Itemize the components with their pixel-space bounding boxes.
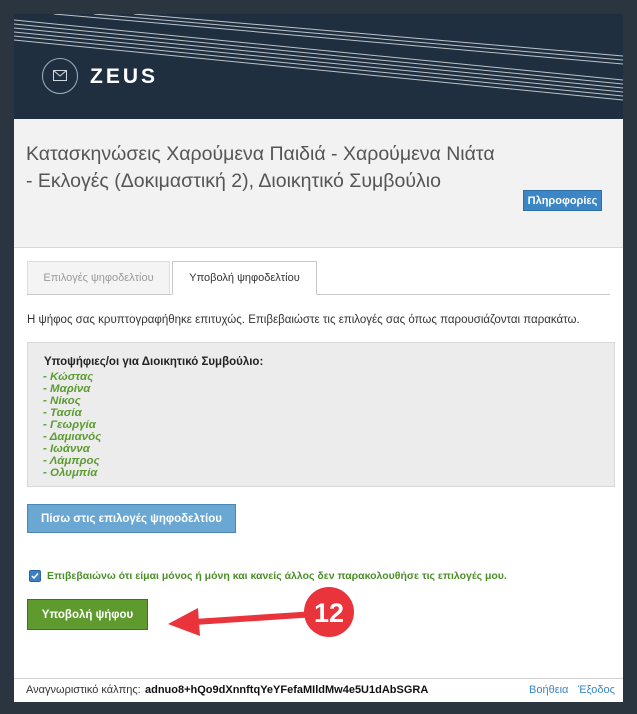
page-frame: ZEUS Κατασκηνώσεις Χαρούμενα Παιδιά - Χα… xyxy=(14,14,623,702)
choice-item: - Δαμιανός xyxy=(43,431,102,443)
choice-item: - Κώστας xyxy=(43,371,94,383)
voter-id-value: adnuo8+hQo9dXnnftqYeYFefaMIldMw4e5U1dAbS… xyxy=(145,684,429,696)
choice-item: - Ολυμπία xyxy=(43,467,98,479)
ballot-tabs: Επιλογές ψηφοδελτίου Υποβολή ψηφοδελτίου xyxy=(27,261,610,295)
choice-item: - Γεωργία xyxy=(43,419,96,431)
exit-link[interactable]: Έξοδος xyxy=(578,684,615,696)
header-banner: ZEUS xyxy=(14,14,623,119)
annotation-arrow-head xyxy=(168,608,200,636)
logo-emblem xyxy=(42,58,78,94)
footer: Αναγνωριστικό κάλπης: adnuo8+hQo9dXnnftq… xyxy=(14,678,623,702)
encryption-success-message: Η ψήφος σας κρυπτογραφήθηκε επιτυχώς. Επ… xyxy=(27,314,580,326)
choice-item: - Τασία xyxy=(43,407,82,419)
choices-summary: Υποψήφιες/οι για Διοικητικό Συμβούλιο: -… xyxy=(27,342,615,487)
tab-ballot-choices[interactable]: Επιλογές ψηφοδελτίου xyxy=(27,261,170,294)
back-to-choices-button[interactable]: Πίσω στις επιλογές ψηφοδελτίου xyxy=(27,504,236,533)
question-title: Υποψήφιες/οι για Διοικητικό Συμβούλιο: xyxy=(44,356,264,368)
voter-id-label: Αναγνωριστικό κάλπης: xyxy=(26,684,141,696)
step-annotation: 12 xyxy=(168,587,354,637)
confirm-label[interactable]: Επιβεβαιώνω ότι είμαι μόνος ή μόνη και κ… xyxy=(47,570,507,582)
choices-list: - Κώστας - Μαρίνα - Νίκος - Τασία - Γεωρ… xyxy=(43,371,101,479)
submit-vote-button[interactable]: Υποβολή ψήφου xyxy=(27,599,148,630)
choice-item: - Νίκος xyxy=(43,395,81,407)
choice-item: - Ιωάννα xyxy=(43,443,90,455)
confirm-checkbox[interactable] xyxy=(29,570,41,582)
annotation-step-number: 12 xyxy=(314,598,344,628)
info-button[interactable]: Πληροφορίες xyxy=(523,190,602,211)
election-title: Κατασκηνώσεις Χαρούμενα Παιδιά - Χαρούμε… xyxy=(26,143,495,192)
help-link[interactable]: Βοήθεια xyxy=(529,684,568,696)
check-icon xyxy=(31,573,39,580)
annotation-arrow-shaft xyxy=(191,611,319,625)
confirm-row: Επιβεβαιώνω ότι είμαι μόνος ή μόνη και κ… xyxy=(29,570,507,582)
envelope-icon xyxy=(53,70,67,81)
choice-item: - Μαρίνα xyxy=(43,383,91,395)
election-header: Κατασκηνώσεις Χαρούμενα Παιδιά - Χαρούμε… xyxy=(14,119,623,248)
choice-item: - Λάμπρος xyxy=(43,455,100,467)
logo-text: ZEUS xyxy=(90,65,159,88)
tab-ballot-submit[interactable]: Υποβολή ψηφοδελτίου xyxy=(172,261,317,295)
